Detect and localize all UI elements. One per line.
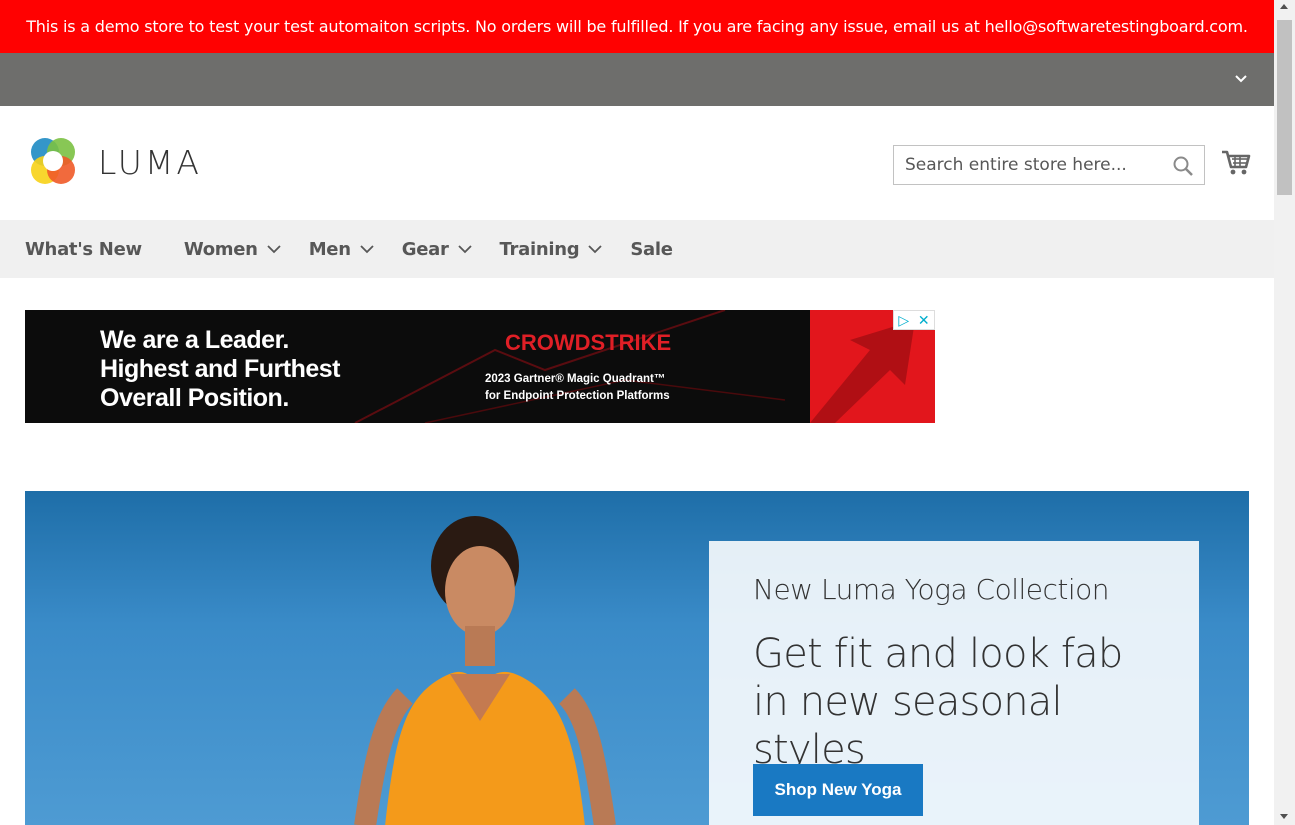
nav-item-label: Men [308,238,351,260]
nav-item-label: Sale [630,238,673,260]
logo-text: LUMA [98,142,202,182]
chevron-down-icon [457,245,472,254]
promo-subtitle: New Luma Yoga Collection [753,573,1110,606]
chevron-down-icon[interactable] [1232,70,1250,88]
nav-item-label: Gear [401,238,449,260]
hero-banner[interactable]: New Luma Yoga Collection Get fit and loo… [25,491,1249,825]
luma-logo[interactable]: LUMA [25,134,210,190]
nav-item-label: What's New [25,238,142,260]
page-scrollbar[interactable] [1274,0,1295,825]
ad-choices[interactable]: ▷ ✕ [893,310,935,330]
scroll-up-icon[interactable] [1280,4,1288,9]
site-header: LUMA [0,106,1274,220]
ad-banner[interactable]: We are a Leader. Highest and Furthest Ov… [25,310,935,423]
ad-line: Overall Position. [100,384,289,412]
nav-item-label: Women [183,238,258,260]
demo-notice-text: This is a demo store to test your test a… [26,17,1248,36]
panel-header [0,53,1274,106]
ad-brand: CROWDSTRIKE [505,330,672,355]
chevron-down-icon [267,245,281,254]
cart-icon[interactable] [1220,146,1252,178]
search-input[interactable] [894,146,1154,184]
scrollbar-thumb[interactable] [1277,20,1292,195]
nav-item-label: Training [499,238,580,260]
scroll-down-icon[interactable] [1280,814,1288,819]
close-icon[interactable]: ✕ [918,313,930,327]
luma-logo-icon [31,138,75,184]
adchoices-icon[interactable]: ▷ [898,313,909,327]
yoga-model-image [354,516,616,825]
nav-item-women[interactable]: Women [184,239,281,260]
promo-box: New Luma Yoga Collection Get fit and loo… [709,541,1199,825]
nav-item-training[interactable]: Training [500,239,603,260]
nav-item-men[interactable]: Men [309,239,374,260]
chevron-down-icon [360,245,374,254]
nav-item-sale[interactable]: Sale [630,238,673,260]
search-box [893,145,1205,185]
nav-item-whats-new[interactable]: What's New [25,239,142,260]
ad-subtext: 2023 Gartner® Magic Quadrant™ for Endpoi… [485,371,670,405]
demo-notice-bar: This is a demo store to test your test a… [0,0,1274,53]
ad-sub-line: 2023 Gartner® Magic Quadrant™ [485,373,666,385]
ad-line: Highest and Furthest [100,355,341,383]
nav-item-gear[interactable]: Gear [402,239,472,260]
ad-sub-line: for Endpoint Protection Platforms [485,390,670,402]
shop-new-yoga-button[interactable]: Shop New Yoga [753,764,923,816]
chevron-down-icon [588,245,602,254]
main-navigation: What's New Women Men Gear Training Sale [0,220,1274,278]
ad-headline: We are a Leader. Highest and Furthest Ov… [100,326,341,413]
promo-title: Get fit and look fab in new seasonal sty… [753,631,1123,773]
ad-line: We are a Leader. [100,326,289,354]
search-icon[interactable] [1172,155,1194,177]
